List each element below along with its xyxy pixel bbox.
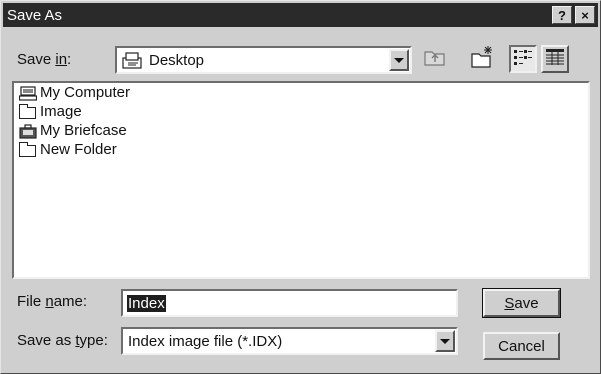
details-view-icon — [545, 48, 565, 70]
help-button[interactable]: ? — [552, 6, 572, 24]
file-name-label: File name: — [17, 293, 88, 310]
create-new-folder-icon — [470, 45, 496, 73]
list-item[interactable]: New Folder — [14, 140, 588, 159]
save-in-dropdown-arrow[interactable] — [389, 49, 409, 71]
list-item-label: Image — [40, 103, 82, 120]
list-item-label: My Briefcase — [40, 122, 127, 139]
create-new-folder-button[interactable] — [469, 45, 497, 73]
save-as-type-dropdown[interactable]: Index image file (*.IDX) — [121, 327, 458, 355]
file-list[interactable]: My Computer Image My Briefcase New Folde… — [12, 81, 590, 279]
cancel-button[interactable]: Cancel — [483, 332, 560, 360]
folder-icon — [19, 141, 37, 157]
computer-icon — [18, 85, 38, 101]
save-in-label: Save in: — [17, 51, 72, 68]
save-in-dropdown[interactable]: Desktop — [115, 46, 412, 74]
list-item[interactable]: My Computer — [14, 83, 588, 102]
close-button[interactable]: × — [575, 6, 595, 24]
details-view-button[interactable] — [541, 45, 569, 73]
folder-icon — [19, 103, 37, 119]
file-name-input[interactable]: Index — [121, 289, 458, 317]
list-item-label: My Computer — [40, 84, 131, 101]
desktop-icon — [122, 50, 144, 70]
title-bar[interactable]: Save As ? × — [3, 3, 598, 27]
save-button[interactable]: Save — [482, 288, 561, 318]
chevron-down-icon — [394, 57, 404, 63]
list-item-label: New Folder — [40, 141, 117, 158]
list-view-button[interactable] — [509, 45, 537, 73]
file-name-value: Index — [127, 294, 166, 312]
list-item[interactable]: Image — [14, 102, 588, 121]
briefcase-icon — [19, 123, 37, 139]
close-icon: × — [581, 7, 589, 23]
save-as-type-value: Index image file (*.IDX) — [128, 332, 283, 350]
save-as-type-dropdown-arrow[interactable] — [435, 330, 455, 352]
save-in-value: Desktop — [149, 51, 205, 69]
list-view-icon — [513, 48, 533, 70]
save-as-type-label: Save as type: — [17, 332, 108, 349]
dialog-title: Save As — [7, 6, 63, 24]
up-one-level-icon — [423, 47, 447, 71]
list-item[interactable]: My Briefcase — [14, 121, 588, 140]
chevron-down-icon — [440, 338, 450, 344]
up-one-level-button[interactable] — [421, 45, 449, 73]
save-as-dialog: Save As ? × Save in: Desktop My Computer… — [0, 0, 601, 374]
help-icon: ? — [558, 7, 566, 23]
